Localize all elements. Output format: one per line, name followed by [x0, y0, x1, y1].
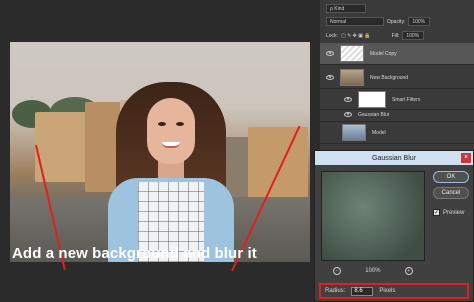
layer-model[interactable]: Model	[320, 122, 474, 144]
radius-unit: Pixels	[379, 288, 396, 294]
preview-checkbox[interactable]: ✓	[433, 209, 440, 216]
kind-filter-select[interactable]: ρ Kind	[326, 4, 366, 13]
model-eye	[158, 122, 166, 126]
zoom-out-icon[interactable]: −	[333, 267, 342, 275]
layer-filter-row: ρ Kind	[320, 4, 474, 13]
dialog-titlebar[interactable]: Gaussian Blur ×	[315, 151, 473, 165]
zoom-controls: − 100% +	[321, 267, 425, 275]
lock-label: Lock:	[326, 32, 338, 39]
radius-label: Radius:	[325, 288, 346, 294]
preview-label: Preview	[443, 209, 465, 216]
layer-name: Gaussian Blur	[358, 111, 390, 118]
ok-button[interactable]: OK	[433, 171, 469, 183]
eye-icon[interactable]	[326, 75, 334, 80]
eye-icon[interactable]	[326, 51, 334, 56]
radius-row: Radius: 8.6 Pixels	[319, 283, 469, 299]
radius-input[interactable]: 8.6	[351, 286, 374, 296]
model-face	[147, 98, 195, 164]
model-eye	[176, 122, 184, 126]
tutorial-caption: Add a new background and blur it	[12, 245, 257, 262]
blur-preview[interactable]	[321, 171, 425, 261]
layer-name: New Background	[370, 74, 409, 81]
layer-thumbnail	[340, 45, 364, 62]
eye-icon[interactable]	[344, 112, 352, 117]
eye-icon[interactable]	[344, 97, 352, 102]
gaussian-blur-dialog: Gaussian Blur × − 100% + OK Cancel ✓ Pre…	[314, 150, 474, 302]
layer-name: Model	[372, 129, 386, 136]
preview-checkbox-row[interactable]: ✓ Preview	[433, 209, 464, 216]
dialog-title: Gaussian Blur	[372, 154, 416, 162]
blend-row: Normal Opacity: 100%	[320, 17, 474, 26]
layer-thumbnail	[340, 69, 364, 86]
close-icon[interactable]: ×	[461, 153, 471, 163]
layer-name: Smart Filters	[392, 96, 421, 103]
filter-mask-thumbnail	[358, 91, 386, 108]
blend-mode-select[interactable]: Normal	[326, 17, 384, 26]
lock-icon[interactable]: ▢ ✎ ✥ ▣ 🔒	[341, 33, 371, 39]
layer-thumbnail	[342, 124, 366, 141]
layer-new-background[interactable]: New Background	[320, 67, 474, 89]
cancel-button[interactable]: Cancel	[433, 187, 469, 199]
layer-model-copy[interactable]: Model Copy	[320, 43, 474, 65]
opacity-input[interactable]: 100%	[408, 17, 431, 26]
layer-gaussian-blur[interactable]: Gaussian Blur	[320, 108, 474, 122]
layer-smart-filters[interactable]: Smart Filters	[320, 90, 474, 110]
fill-label: Fill:	[391, 32, 400, 39]
fill-input[interactable]: 100%	[402, 31, 425, 40]
zoom-level: 100%	[365, 268, 381, 274]
zoom-in-icon[interactable]: +	[404, 267, 413, 275]
opacity-label: Opacity:	[387, 18, 406, 25]
layers-panel: ρ Kind Normal Opacity: 100% Lock: ▢ ✎ ✥ …	[320, 0, 474, 150]
lock-row: Lock: ▢ ✎ ✥ ▣ 🔒 Fill: 100%	[320, 31, 474, 40]
layer-name: Model Copy	[370, 50, 397, 57]
